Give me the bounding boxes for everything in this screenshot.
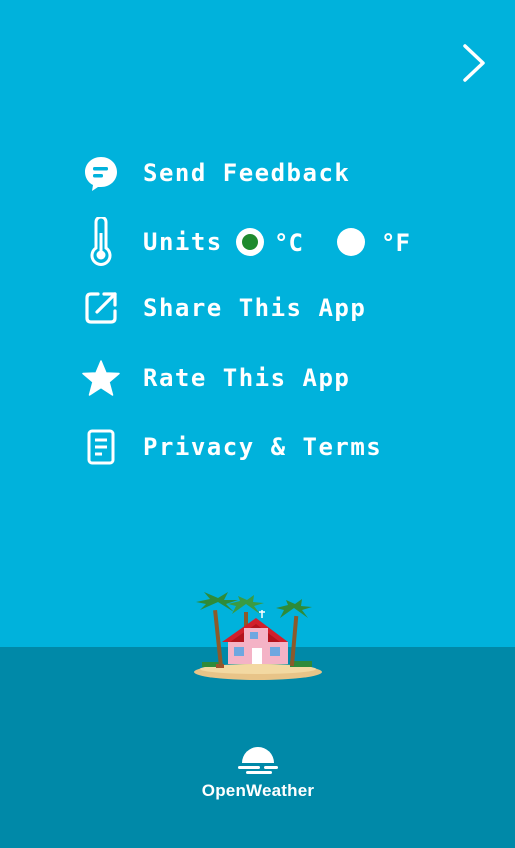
menu-item-rate-app[interactable]: Rate This App <box>82 353 350 403</box>
thermometer-icon <box>82 217 120 267</box>
privacy-terms-label: Privacy & Terms <box>143 433 383 461</box>
share-app-label: Share This App <box>143 294 367 322</box>
chevron-right-icon[interactable] <box>455 40 495 86</box>
units-row: Units <box>82 216 223 268</box>
fahrenheit-radio[interactable] <box>337 228 365 256</box>
share-external-icon <box>82 283 120 333</box>
units-label: Units <box>143 228 223 256</box>
openweather-logo: OpenWeather <box>190 745 326 801</box>
celsius-label[interactable]: °C <box>274 229 303 257</box>
celsius-radio[interactable] <box>236 228 264 256</box>
star-icon <box>82 353 120 403</box>
island-illustration <box>192 592 324 684</box>
rate-app-label: Rate This App <box>143 364 351 392</box>
sun-cloud-logo-icon <box>238 747 278 774</box>
brand-name: OpenWeather <box>201 781 315 800</box>
document-icon <box>82 422 120 472</box>
menu-item-privacy-terms[interactable]: Privacy & Terms <box>82 422 382 472</box>
send-feedback-label: Send Feedback <box>143 159 351 187</box>
selected-indicator <box>242 234 258 250</box>
menu-item-send-feedback[interactable]: Send Feedback <box>82 148 350 198</box>
chat-bubble-icon <box>82 148 120 198</box>
fahrenheit-label[interactable]: °F <box>381 229 410 257</box>
menu-item-share-app[interactable]: Share This App <box>82 283 366 333</box>
